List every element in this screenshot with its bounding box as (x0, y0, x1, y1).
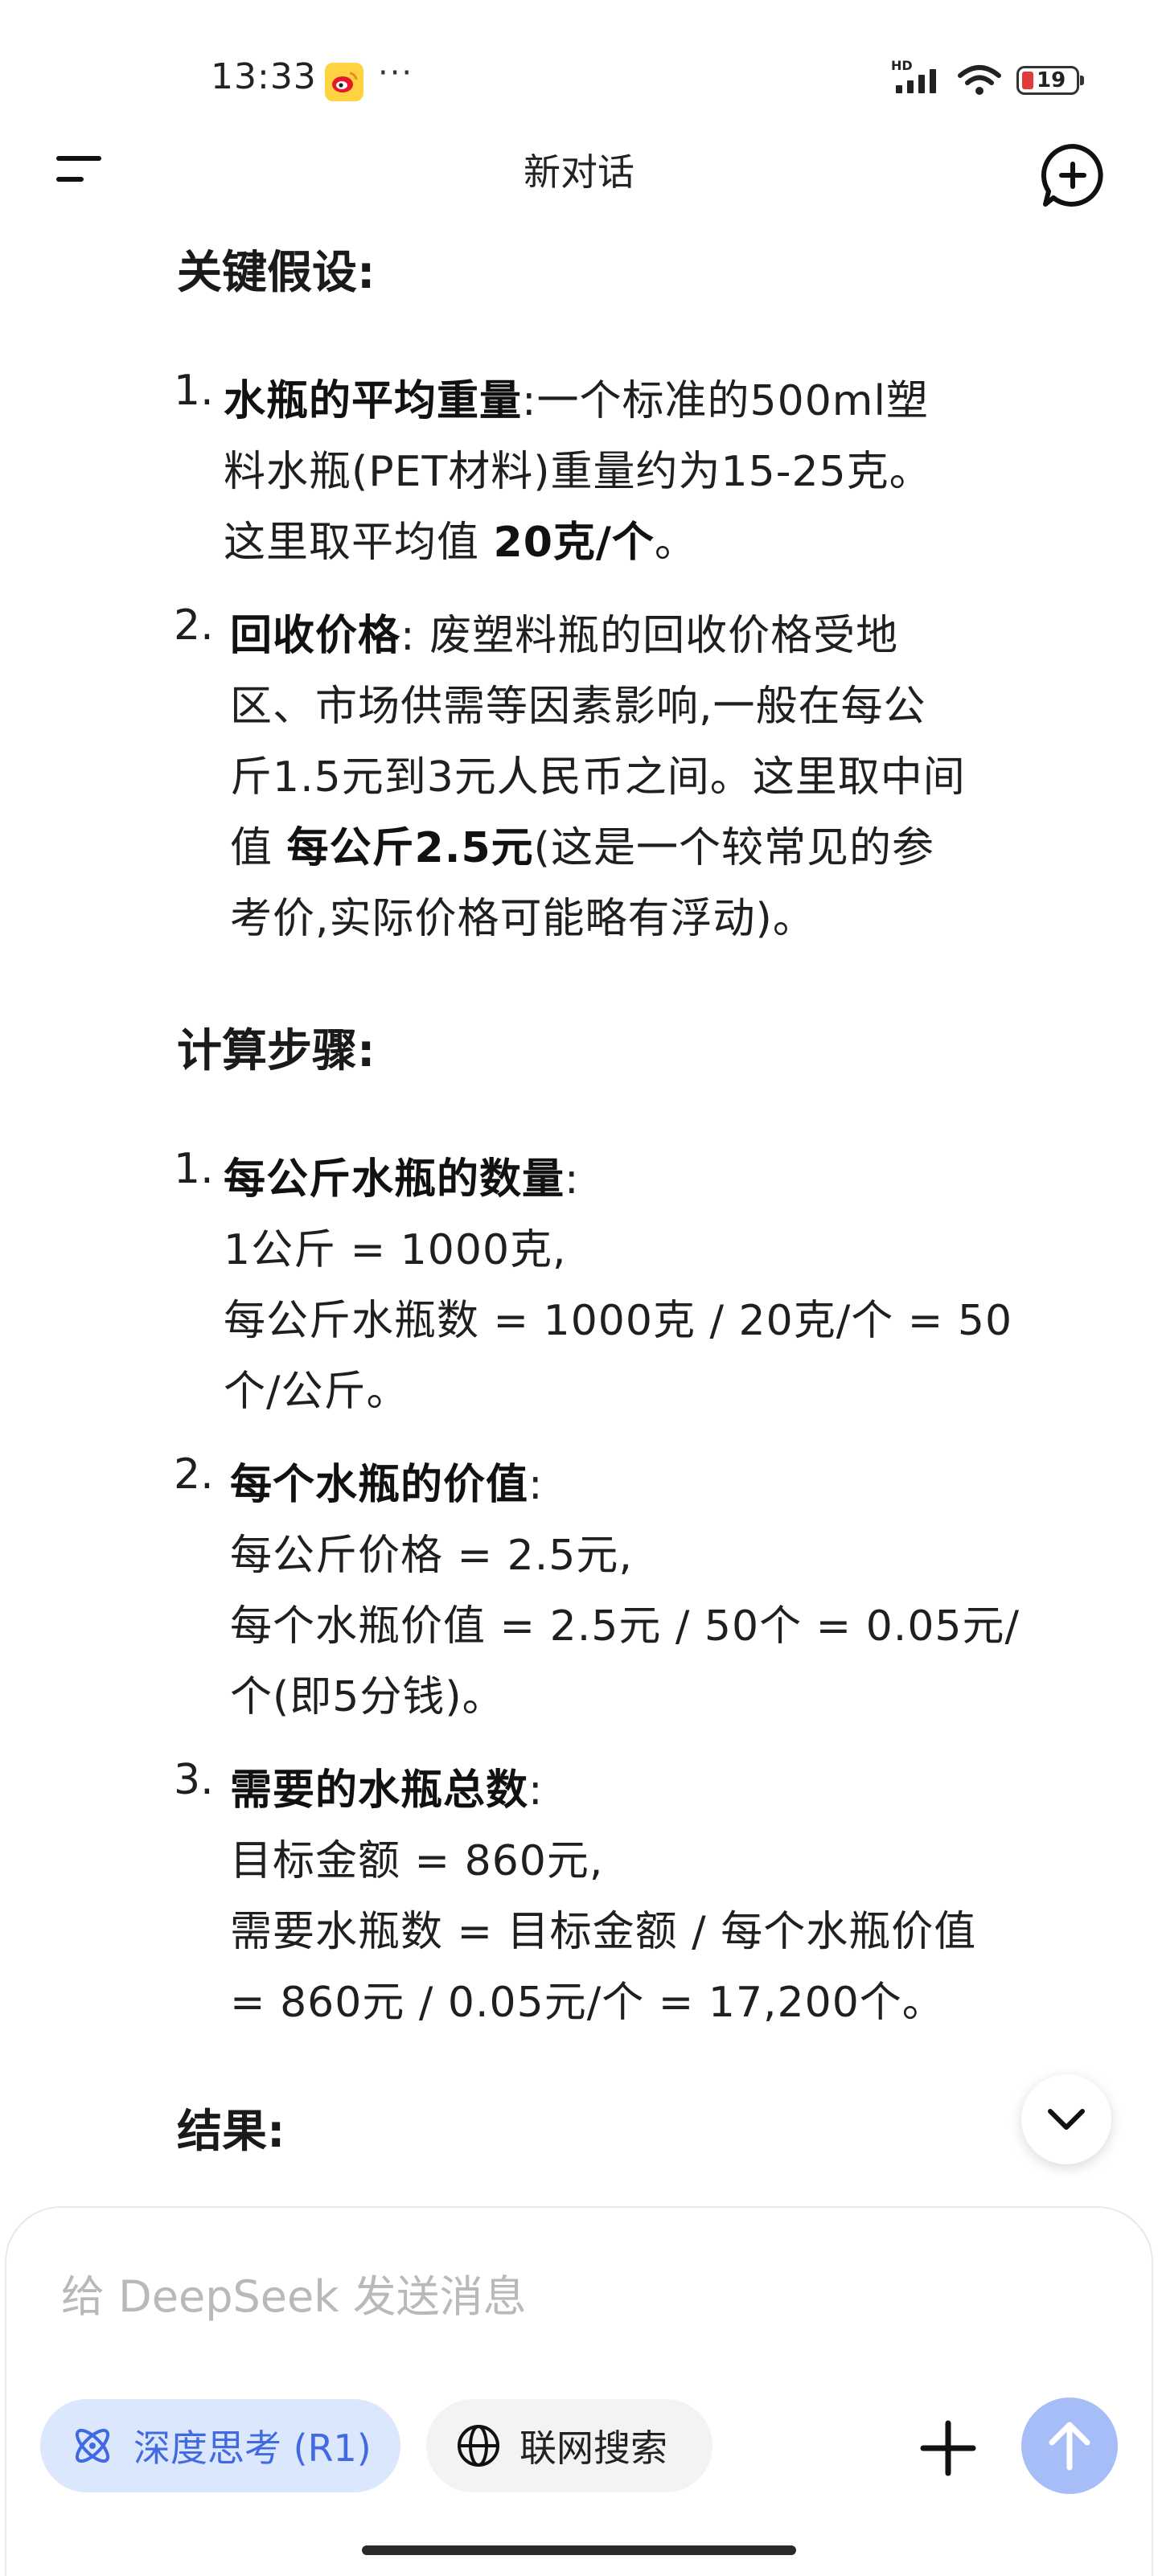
list-item-text: 每公斤水瓶的数量: (224, 1155, 580, 1204)
list-number: 2. (174, 1450, 214, 1499)
list-item-text: 1公斤 = 1000克, (224, 1226, 567, 1274)
status-time: 13:33 (211, 56, 317, 97)
attach-plus-icon[interactable] (920, 2420, 976, 2476)
list-item-text: 值 每公斤2.5元(这是一个较常见的参 (230, 824, 934, 872)
section-heading-steps: 计算步骤: (177, 1025, 376, 1077)
web-search-label: 联网搜索 (519, 2426, 667, 2470)
list-item-text: 斤1.5元到3元人民币之间。这里取中间 (230, 753, 966, 802)
section-heading-result: 结果: (177, 2106, 285, 2158)
list-item-text: 回收价格: 废塑料瓶的回收价格受地 (230, 612, 899, 660)
list-number: 1. (174, 1145, 214, 1193)
page-title: 新对话 (524, 150, 634, 194)
list-item-text: 考价,实际价格可能略有浮动)。 (230, 895, 815, 943)
battery-icon: 19 (1016, 66, 1084, 95)
list-item-text: 每个水瓶价值 = 2.5元 / 50个 = 0.05元/ (230, 1602, 1020, 1651)
list-item-text: 需要的水瓶总数: (230, 1766, 544, 1815)
list-item-text: 每公斤水瓶数 = 1000克 / 20克/个 = 50 (224, 1297, 1013, 1345)
status-bar: 13:33 ··· HD 19 (0, 0, 1158, 145)
send-button[interactable] (1021, 2398, 1118, 2494)
scroll-to-bottom-button[interactable] (1021, 2074, 1111, 2164)
atom-icon (75, 2428, 110, 2463)
web-search-toggle[interactable]: 联网搜索 (426, 2399, 712, 2492)
list-item-text: 个(即5分钱)。 (230, 1673, 505, 1721)
list-item-text: 这里取平均值 20克/个。 (224, 519, 697, 567)
deep-think-label: 深度思考 (R1) (133, 2426, 372, 2470)
list-item-text: 目标金额 = 860元, (230, 1837, 604, 1885)
new-chat-icon[interactable] (1039, 142, 1107, 209)
list-number: 3. (174, 1756, 214, 1804)
wifi-icon (958, 65, 1001, 95)
message-input[interactable]: 给 DeepSeek 发送消息 (61, 2261, 527, 2324)
list-item-text: 个/公斤。 (224, 1368, 409, 1416)
list-item-text: 每公斤价格 = 2.5元, (230, 1532, 633, 1580)
list-item-text: 需要水瓶数 = 目标金额 / 每个水瓶价值 (230, 1908, 977, 1956)
list-item-text: 区、市场供需等因素影响,一般在每公 (230, 683, 926, 731)
list-item-text: 每个水瓶的价值: (230, 1461, 544, 1509)
signal-icon (896, 69, 936, 93)
list-item-text: 料水瓶(PET材料)重量约为15-25克。 (224, 448, 932, 496)
home-indicator[interactable] (362, 2545, 796, 2555)
chevron-down-icon (1048, 2109, 1085, 2130)
list-number: 2. (174, 601, 214, 650)
more-notifications-icon: ··· (378, 55, 414, 92)
deep-think-toggle[interactable]: 深度思考 (R1) (40, 2399, 400, 2492)
globe-icon (458, 2425, 499, 2467)
list-number: 1. (174, 367, 214, 415)
list-item-text: = 860元 / 0.05元/个 = 17,200个。 (230, 1979, 945, 2027)
section-heading-assumptions: 关键假设: (177, 247, 376, 299)
arrow-up-icon (1049, 2422, 1090, 2471)
list-item-text: 水瓶的平均重量:一个标准的500ml塑 (224, 377, 929, 425)
weibo-app-icon (325, 63, 363, 101)
battery-level: 19 (1037, 68, 1066, 92)
